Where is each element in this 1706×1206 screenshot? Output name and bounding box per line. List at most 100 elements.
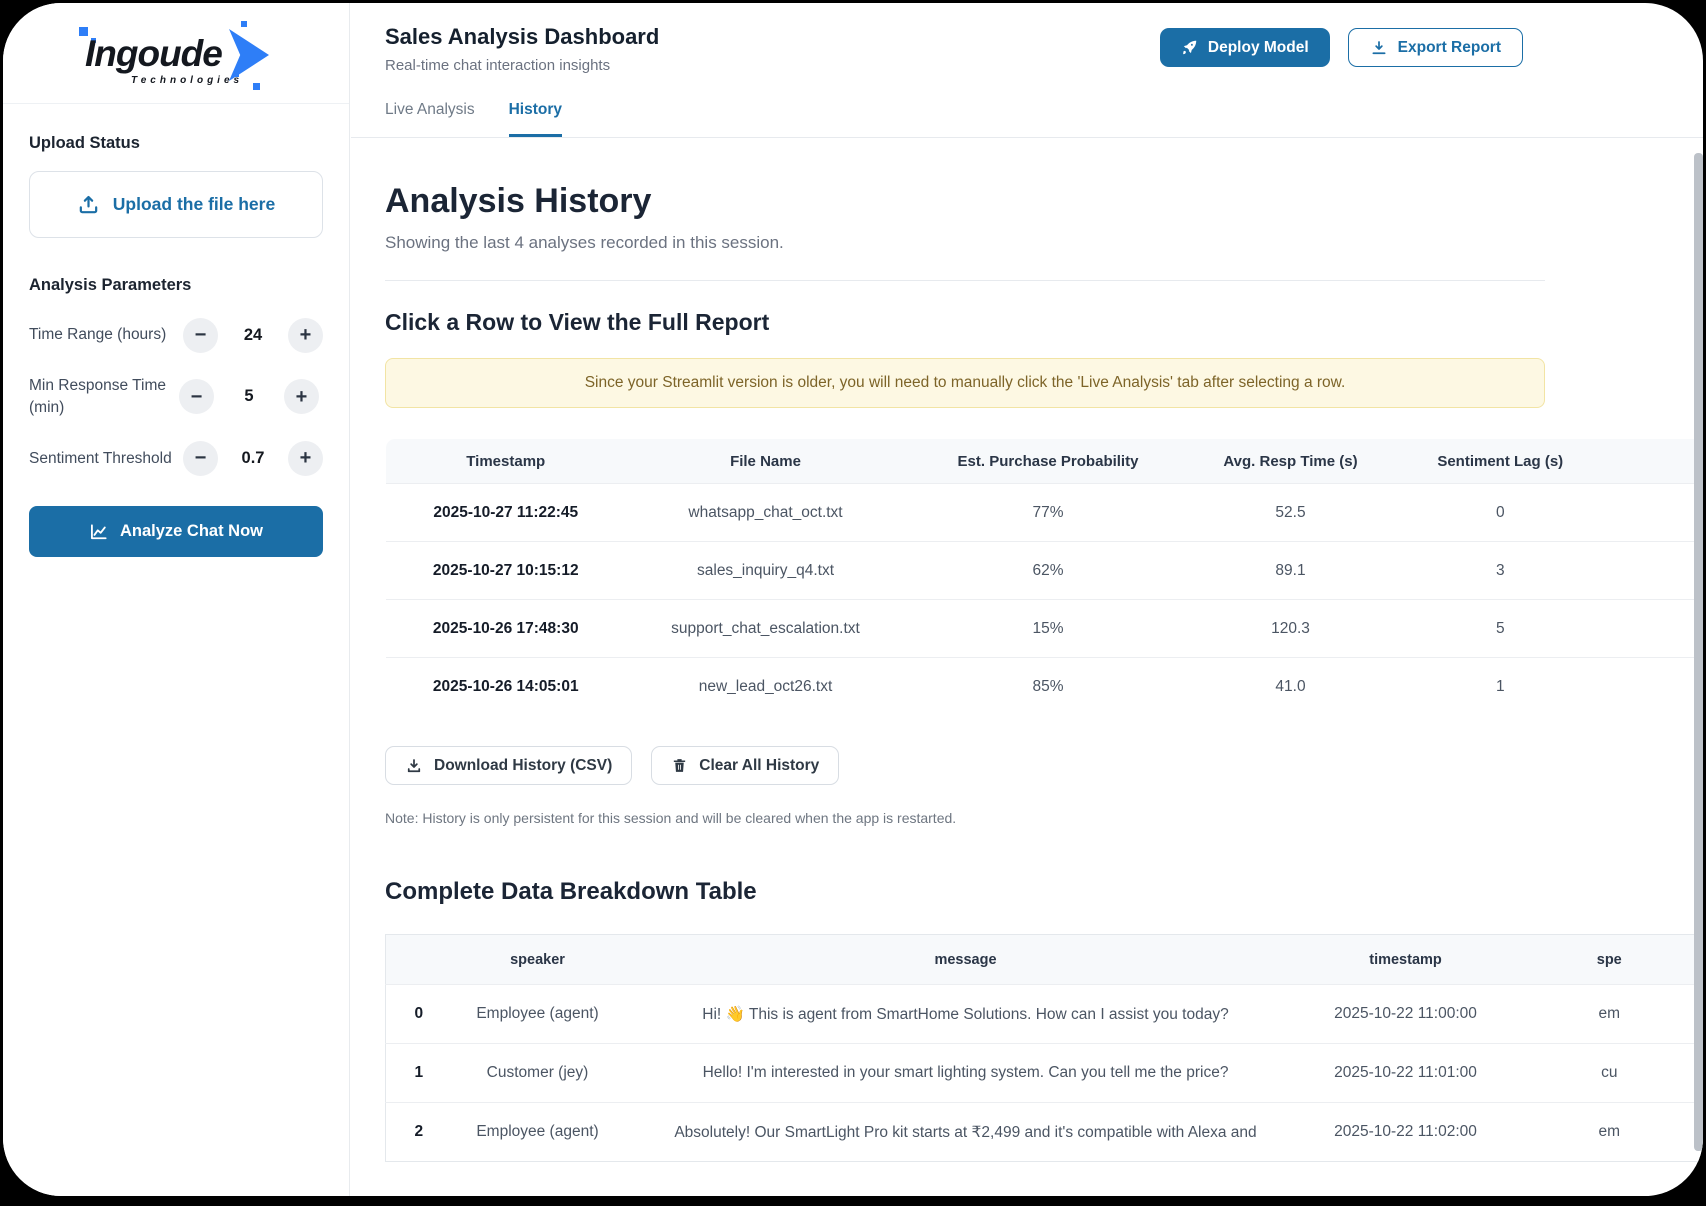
logo-wordmark: Ingoude bbox=[85, 33, 222, 75]
vertical-scrollbar[interactable] bbox=[1694, 153, 1703, 1151]
column-header: File Name bbox=[626, 439, 906, 484]
history-actions: Download History (CSV) Clear All History bbox=[385, 746, 1703, 785]
cell: new_lead_oct26.txt bbox=[626, 658, 906, 716]
cell: Hello! I'm interested in your smart ligh… bbox=[624, 1044, 1308, 1103]
upload-status-title: Upload Status bbox=[29, 134, 323, 153]
logo-pixel bbox=[235, 73, 239, 77]
cell: 15% bbox=[906, 600, 1191, 658]
data-breakdown-table: speakermessagetimestampspe0Employee (age… bbox=[385, 934, 1703, 1162]
cell: Hi! 👋 This is agent from SmartHome Solut… bbox=[624, 985, 1308, 1044]
plus-icon[interactable]: + bbox=[288, 318, 323, 353]
logo-pixel bbox=[241, 21, 247, 27]
cell: 0 bbox=[1391, 484, 1704, 542]
cell: 120.3 bbox=[1191, 600, 1391, 658]
header-actions: Deploy Model Export Report bbox=[1160, 28, 1523, 67]
column-header: Sentiment Lag (s) bbox=[1391, 439, 1704, 484]
logo-pixel bbox=[253, 83, 260, 90]
history-panel: Analysis History Showing the last 4 anal… bbox=[351, 147, 1703, 1196]
column-header: timestamp bbox=[1308, 935, 1504, 985]
cell: cu bbox=[1504, 1044, 1704, 1103]
table-row: 2Employee (agent)Absolutely! Our SmartLi… bbox=[386, 1103, 1704, 1162]
cell: 2025-10-26 17:48:30 bbox=[386, 600, 626, 658]
table-header-row: speakermessagetimestampspe bbox=[386, 935, 1704, 985]
breakdown-heading: Complete Data Breakdown Table bbox=[385, 878, 1703, 906]
cell: 2025-10-27 10:15:12 bbox=[386, 542, 626, 600]
warning-text: Since your Streamlit version is older, y… bbox=[585, 374, 1346, 392]
column-header: spe bbox=[1504, 935, 1704, 985]
deploy-button-label: Deploy Model bbox=[1208, 39, 1309, 57]
plus-icon[interactable]: + bbox=[284, 379, 319, 414]
table-row: 1Customer (jey)Hello! I'm interested in … bbox=[386, 1044, 1704, 1103]
cell: 5 bbox=[1391, 600, 1704, 658]
deploy-model-button[interactable]: Deploy Model bbox=[1160, 28, 1330, 67]
minus-icon[interactable]: − bbox=[179, 379, 214, 414]
export-button-label: Export Report bbox=[1398, 39, 1501, 57]
sidebar: Ingoude Technologies Upload Status Uploa… bbox=[3, 3, 350, 1196]
minus-icon[interactable]: − bbox=[183, 441, 218, 476]
cell: 1 bbox=[386, 1044, 452, 1103]
cell: 2025-10-26 14:05:01 bbox=[386, 658, 626, 716]
divider bbox=[385, 280, 1545, 281]
cell: 85% bbox=[906, 658, 1191, 716]
logo-tagline: Technologies bbox=[131, 75, 243, 86]
download-history-label: Download History (CSV) bbox=[434, 757, 612, 775]
rocket-icon bbox=[1181, 39, 1198, 56]
download-icon bbox=[405, 757, 423, 775]
column-header: Est. Purchase Probability bbox=[906, 439, 1191, 484]
sentiment-stepper: − 0.7 + bbox=[183, 441, 323, 476]
time-range-stepper: − 24 + bbox=[183, 318, 323, 353]
column-header: message bbox=[624, 935, 1308, 985]
upload-button-label: Upload the file here bbox=[113, 194, 275, 215]
cell: 2025-10-22 11:02:00 bbox=[1308, 1103, 1504, 1162]
tab-history[interactable]: History bbox=[509, 101, 562, 137]
cell: 62% bbox=[906, 542, 1191, 600]
plus-icon[interactable]: + bbox=[288, 441, 323, 476]
cell: 2025-10-22 11:01:00 bbox=[1308, 1044, 1504, 1103]
analysis-parameters-title: Analysis Parameters bbox=[29, 276, 323, 295]
click-row-heading: Click a Row to View the Full Report bbox=[385, 309, 1703, 336]
cell: support_chat_escalation.txt bbox=[626, 600, 906, 658]
app-window: Ingoude Technologies Upload Status Uploa… bbox=[3, 3, 1703, 1196]
analysis-history-title: Analysis History bbox=[385, 182, 1703, 221]
column-header: Avg. Resp Time (s) bbox=[1191, 439, 1391, 484]
table-row[interactable]: 2025-10-26 17:48:30support_chat_escalati… bbox=[386, 600, 1704, 658]
streamlit-version-warning: Since your Streamlit version is older, y… bbox=[385, 358, 1545, 408]
column-header bbox=[386, 935, 452, 985]
cell: 89.1 bbox=[1191, 542, 1391, 600]
column-header: speaker bbox=[452, 935, 624, 985]
analysis-history-table: TimestampFile NameEst. Purchase Probabil… bbox=[385, 438, 1703, 716]
table-header-row: TimestampFile NameEst. Purchase Probabil… bbox=[386, 439, 1704, 484]
logo: Ingoude Technologies bbox=[3, 3, 349, 104]
clear-history-button[interactable]: Clear All History bbox=[651, 746, 839, 785]
cell: Employee (agent) bbox=[452, 1103, 624, 1162]
table-row[interactable]: 2025-10-26 14:05:01new_lead_oct26.txt85%… bbox=[386, 658, 1704, 716]
analyze-button-label: Analyze Chat Now bbox=[120, 522, 263, 541]
export-report-button[interactable]: Export Report bbox=[1348, 28, 1523, 67]
upload-file-button[interactable]: Upload the file here bbox=[29, 171, 323, 238]
cell: 2025-10-27 11:22:45 bbox=[386, 484, 626, 542]
table-row[interactable]: 2025-10-27 11:22:45whatsapp_chat_oct.txt… bbox=[386, 484, 1704, 542]
cell: whatsapp_chat_oct.txt bbox=[626, 484, 906, 542]
minus-icon[interactable]: − bbox=[183, 318, 218, 353]
cell: 1 bbox=[1391, 658, 1704, 716]
param-value: 24 bbox=[218, 326, 288, 345]
param-label: Min Response Time (min) bbox=[29, 375, 179, 418]
download-history-button[interactable]: Download History (CSV) bbox=[385, 746, 632, 785]
param-label: Time Range (hours) bbox=[29, 324, 183, 346]
tab-live-analysis[interactable]: Live Analysis bbox=[385, 101, 475, 137]
main-area: Sales Analysis Dashboard Real-time chat … bbox=[351, 3, 1703, 1196]
param-value: 5 bbox=[214, 387, 284, 406]
session-note: Note: History is only persistent for thi… bbox=[385, 810, 1703, 826]
param-label: Sentiment Threshold bbox=[29, 448, 183, 470]
table-row[interactable]: 2025-10-27 10:15:12sales_inquiry_q4.txt6… bbox=[386, 542, 1704, 600]
cell: 52.5 bbox=[1191, 484, 1391, 542]
cell: 2025-10-22 11:00:00 bbox=[1308, 985, 1504, 1044]
tab-bar: Live Analysis History bbox=[351, 101, 1703, 138]
param-min-response: Min Response Time (min) − 5 + bbox=[29, 375, 323, 418]
analyze-chat-button[interactable]: Analyze Chat Now bbox=[29, 506, 323, 557]
cell: Absolutely! Our SmartLight Pro kit start… bbox=[624, 1103, 1308, 1162]
cell: 2 bbox=[386, 1103, 452, 1162]
cell: Employee (agent) bbox=[452, 985, 624, 1044]
min-response-stepper: − 5 + bbox=[179, 379, 319, 414]
analysis-history-subtitle: Showing the last 4 analyses recorded in … bbox=[385, 233, 1703, 253]
